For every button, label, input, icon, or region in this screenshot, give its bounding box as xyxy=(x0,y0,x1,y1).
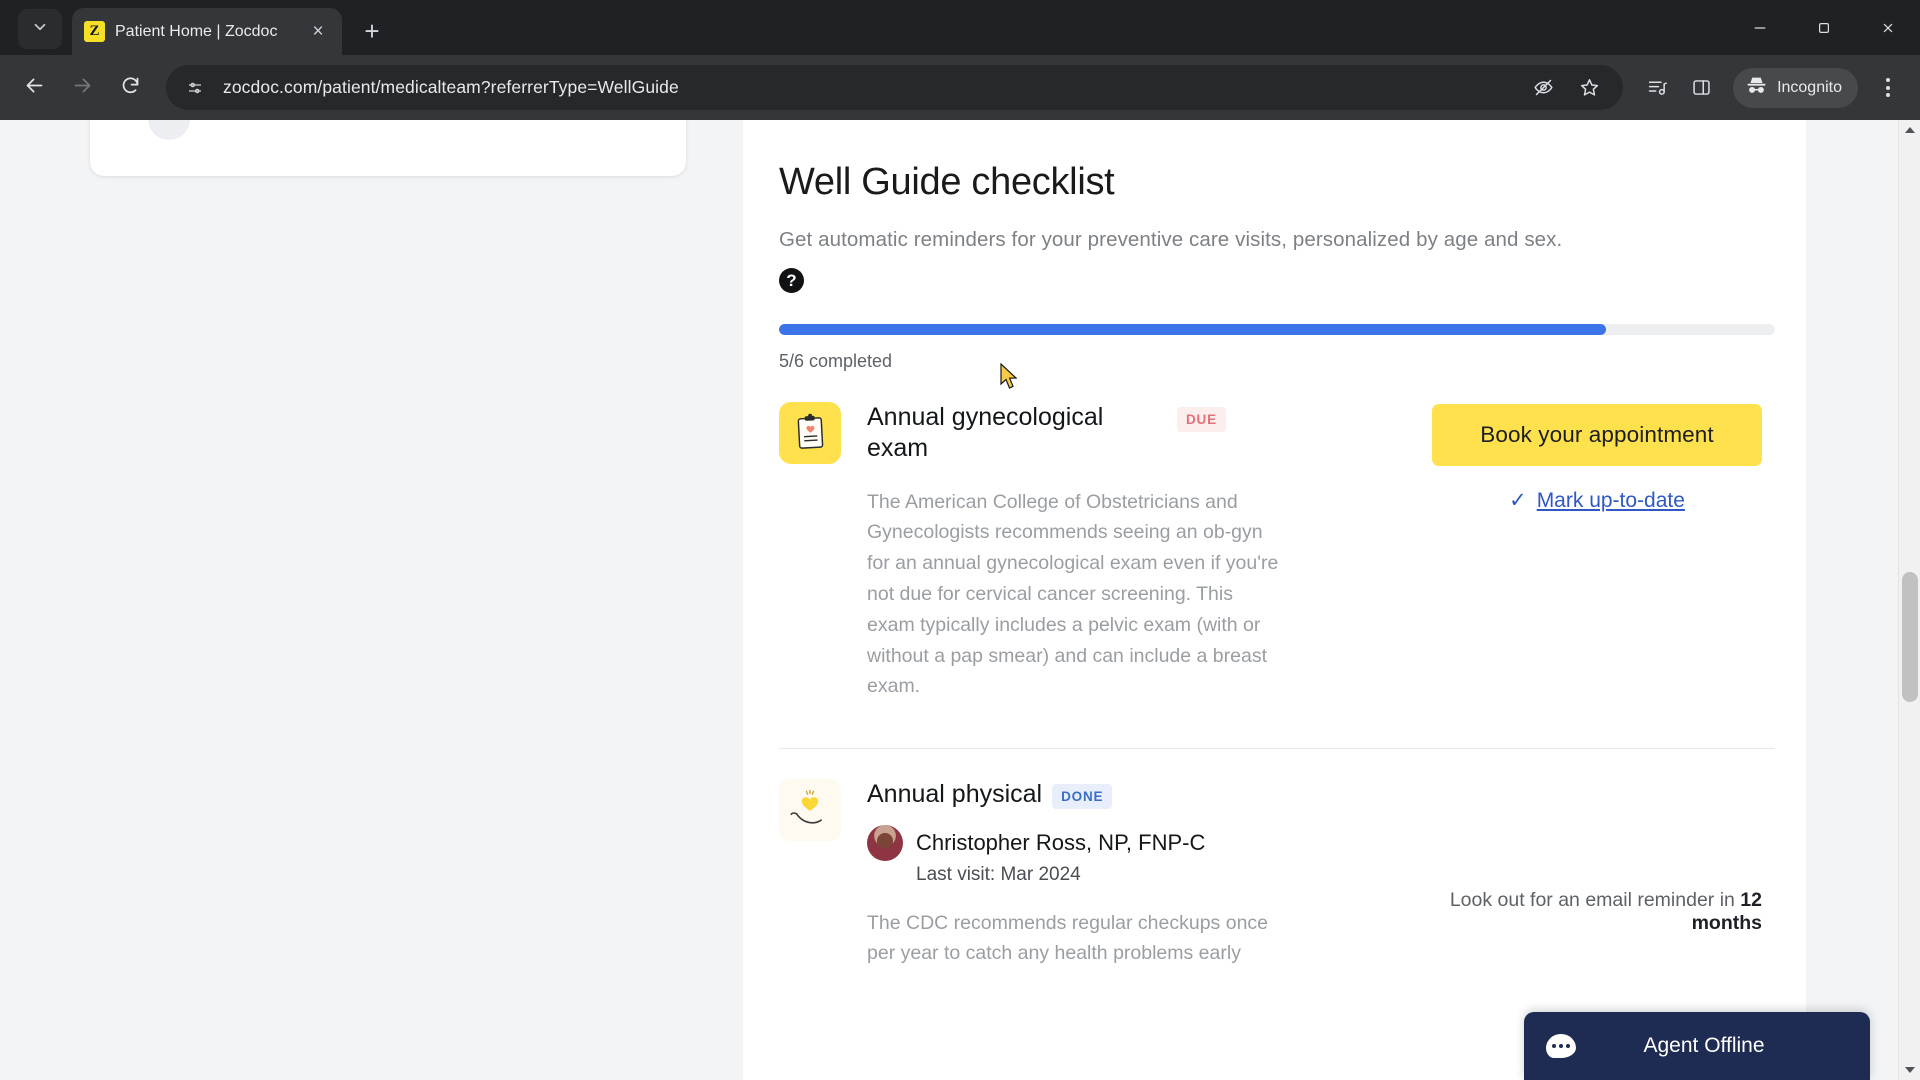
chat-bubble-icon xyxy=(1546,1034,1576,1058)
checklist-item-title: Annual physical xyxy=(867,780,1043,809)
checklist-item-actions: Book your appointment ✓ Mark up-to-date xyxy=(1432,402,1762,703)
partial-profile-card xyxy=(90,120,686,176)
chat-dot xyxy=(1566,1044,1570,1048)
reminder-prefix: Look out for an email reminder in xyxy=(1449,889,1741,912)
new-tab-button[interactable]: + xyxy=(354,13,390,49)
url-text[interactable]: zocdoc.com/patient/medicalteam?referrerT… xyxy=(223,77,679,98)
reading-list-icon[interactable] xyxy=(1637,68,1677,108)
progress-bar xyxy=(779,323,1775,335)
omnibox-actions xyxy=(1523,68,1609,108)
help-icon[interactable]: ? xyxy=(779,267,804,293)
heart-in-hand-icon xyxy=(779,779,841,842)
page-content: Well Guide checklist Get automatic remin… xyxy=(0,120,1898,1080)
checklist-item-actions: Look out for an email reminder in 12 mon… xyxy=(1432,779,1762,969)
scroll-down-arrow-icon[interactable] xyxy=(1899,1060,1920,1080)
mark-up-to-date-link[interactable]: Mark up-to-date xyxy=(1537,489,1685,513)
zocdoc-favicon-icon: Z xyxy=(84,21,105,42)
status-badge: DUE xyxy=(1177,406,1226,432)
checklist-item-gynecological-exam: Annual gynecological exam DUE The Americ… xyxy=(779,372,1762,703)
forward-button[interactable] xyxy=(60,66,104,110)
checklist-item-header: Annual physical DONE xyxy=(867,779,1282,811)
tab-title: Patient Home | Zocdoc xyxy=(115,22,278,40)
maximize-button[interactable] xyxy=(1792,0,1856,55)
checklist-item-description: The CDC recommends regular checkups once… xyxy=(867,911,1269,965)
star-icon[interactable] xyxy=(1569,68,1609,108)
scrollbar-thumb[interactable] xyxy=(1902,572,1918,702)
clipboard-heart-icon xyxy=(779,401,841,464)
incognito-indicator[interactable]: Incognito xyxy=(1733,67,1858,108)
close-window-button[interactable] xyxy=(1856,0,1920,55)
checklist-item-description: The American College of Obstetricians an… xyxy=(867,490,1279,698)
checklist-item-body: Annual gynecological exam DUE The Americ… xyxy=(867,402,1282,703)
chat-status-label: Agent Offline xyxy=(1643,1034,1765,1057)
eye-slash-icon[interactable] xyxy=(1523,68,1563,108)
provider-avatar xyxy=(867,824,903,861)
book-appointment-button[interactable]: Book your appointment xyxy=(1432,403,1762,466)
chevron-down-icon xyxy=(31,18,49,41)
provider-name: Christopher Ross, NP, FNP-C xyxy=(916,829,1206,855)
back-arrow-icon xyxy=(24,75,45,101)
incognito-hat-icon xyxy=(1745,74,1768,102)
browser-tab[interactable]: Z Patient Home | Zocdoc × xyxy=(72,8,342,55)
chat-dot xyxy=(1552,1044,1556,1048)
avatar xyxy=(148,120,190,140)
email-reminder-text: Look out for an email reminder in 12 mon… xyxy=(1432,781,1762,935)
checklist-item-title: Annual gynecological exam xyxy=(867,402,1104,463)
progress-label: 5/6 completed xyxy=(779,350,893,371)
side-panel-icon[interactable] xyxy=(1681,68,1721,108)
scroll-up-arrow-icon[interactable] xyxy=(1899,120,1920,140)
page-settings-icon[interactable] xyxy=(180,73,210,103)
vertical-scrollbar[interactable] xyxy=(1898,120,1920,1080)
three-dot-menu-icon[interactable] xyxy=(1868,66,1908,110)
menu-dot xyxy=(1886,78,1890,82)
tab-search-button[interactable] xyxy=(18,9,62,49)
progress-bar-fill xyxy=(779,323,1606,335)
menu-dot xyxy=(1886,85,1890,90)
menu-dot xyxy=(1886,93,1890,97)
checklist-item-body: Annual physical DONE Christopher Ross, N… xyxy=(867,779,1282,969)
tab-close-button[interactable]: × xyxy=(306,20,330,44)
check-icon: ✓ xyxy=(1509,489,1527,513)
checklist-item-header: Annual gynecological exam DUE xyxy=(867,402,1282,465)
status-badge: DONE xyxy=(1052,784,1113,810)
reload-icon xyxy=(120,75,141,101)
forward-arrow-icon xyxy=(72,75,93,101)
minimize-button[interactable] xyxy=(1728,0,1792,55)
mark-up-to-date-row[interactable]: ✓ Mark up-to-date xyxy=(1509,489,1685,513)
well-guide-panel: Well Guide checklist Get automatic remin… xyxy=(743,120,1806,1080)
browser-window: Z Patient Home | Zocdoc × + zocdoc.com/p… xyxy=(0,0,1920,1080)
browser-toolbar: zocdoc.com/patient/medicalteam?referrerT… xyxy=(0,55,1920,120)
tab-strip: Z Patient Home | Zocdoc × + xyxy=(0,0,1920,55)
progress-section: 5/6 completed xyxy=(779,323,1775,372)
last-visit-text: Last visit: Mar 2024 xyxy=(916,863,1081,885)
page-viewport: Well Guide checklist Get automatic remin… xyxy=(0,120,1920,1080)
chat-widget[interactable]: Agent Offline xyxy=(1524,1012,1870,1080)
provider-row[interactable]: Christopher Ross, NP, FNP-C xyxy=(867,824,1282,861)
address-bar[interactable]: zocdoc.com/patient/medicalteam?referrerT… xyxy=(166,65,1624,110)
reload-button[interactable] xyxy=(108,66,152,110)
chat-dot xyxy=(1559,1044,1563,1048)
page-subtitle: Get automatic reminders for your prevent… xyxy=(779,227,1563,251)
page-title: Well Guide checklist xyxy=(779,161,1115,203)
checklist-item-annual-physical: Annual physical DONE Christopher Ross, N… xyxy=(779,749,1762,969)
incognito-label: Incognito xyxy=(1777,78,1842,96)
window-controls xyxy=(1728,0,1920,55)
back-button[interactable] xyxy=(12,66,56,110)
